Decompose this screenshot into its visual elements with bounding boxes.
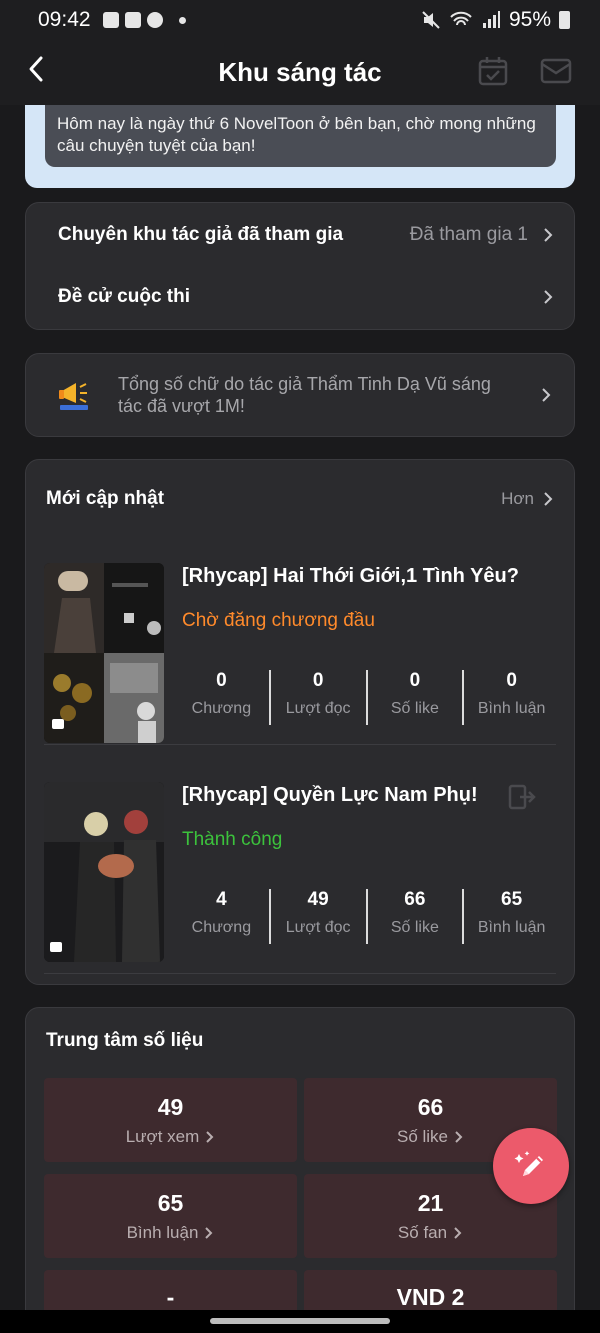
system-nav-bar [0,1310,600,1333]
exit-icon[interactable] [508,784,536,810]
shopping-bag-icon [102,12,119,28]
book-cover-image [44,782,164,962]
mail-icon[interactable] [540,56,572,86]
metric-value: 66 [417,1094,444,1120]
status-bar: 09:42 95% [0,0,600,40]
more-link[interactable]: Hơn [501,489,554,509]
book-cover-image [44,563,164,743]
chevron-right-icon [542,388,551,402]
book-stats: 4 Chương 49 Lượt đọc 66 Số like 65 Bình luận [174,889,559,944]
book-stats: 0 Chương 0 Lượt đọc 0 Số like 0 Bình luận [174,670,559,725]
chevron-right-icon [205,1227,213,1239]
metric-label: Bình luận [126,1223,199,1242]
book-title: [Rhycap] Hai Thới Giới,1 Tình Yêu? [182,565,519,587]
stat-reads: 0 Lượt đọc [268,670,366,725]
stat-value: 65 [501,889,523,910]
contest-row[interactable]: Đề cử cuộc thi [26,267,576,327]
stat-value: 0 [216,670,227,691]
stat-label: Số like [390,700,439,717]
metric-label-row: Số fan [304,1223,557,1243]
stat-label: Lượt đọc [285,700,351,717]
chevron-right-icon [544,492,553,506]
chevron-right-icon [455,1131,463,1143]
megaphone-icon [59,383,88,410]
metric-value: - [166,1284,175,1310]
stat-likes: 0 Số like [365,670,463,725]
metric-label: Số like [396,1127,449,1146]
stat-comments: 65 Bình luận [462,889,559,944]
chevron-right-icon [544,228,553,242]
stat-likes: 66 Số like [365,889,463,944]
metric-label-row: Bình luận [44,1223,297,1243]
stat-label: Chương [191,700,252,717]
contest-label: Đề cử cuộc thi [58,286,191,307]
stat-value: 0 [312,670,324,691]
messenger-icon [146,12,163,28]
battery-icon [559,11,570,29]
battery-percent: 95% [508,8,551,31]
signal-icon [482,11,500,28]
back-arrow-icon[interactable] [22,54,52,84]
book-status: Thành công [182,829,283,850]
stat-label: Số like [390,919,439,936]
recent-updates-card: Mới cập nhật Hơn [Rhycap] Hai Thới Giới,… [25,459,575,985]
book-status: Chờ đăng chương đầu [182,610,375,631]
more-notifications-icon [178,16,186,24]
metric-label: Số fan [397,1223,448,1242]
write-fab-button[interactable] [493,1128,569,1204]
stat-label: Bình luận [477,700,546,717]
mute-icon [422,11,440,29]
joined-zone-label: Chuyên khu tác giả đã tham gia [58,224,344,245]
metric-value: 65 [157,1190,184,1216]
data-center-title: Trung tâm số liệu [46,1030,204,1051]
welcome-message: Hôm nay là ngày thứ 6 NovelToon ở bên bạ… [45,105,556,167]
page: 09:42 95% Khu sáng tác Hôm nay là ngày t… [0,0,600,1333]
welcome-banner: Hôm nay là ngày thứ 6 NovelToon ở bên bạ… [25,105,575,188]
book-cover[interactable] [44,563,164,743]
stat-value: 49 [307,889,329,910]
metric-label-row: Lượt xem [44,1127,297,1147]
metric-views[interactable]: 49 Lượt xem [44,1078,297,1162]
notification-icons [102,12,186,28]
stat-chapters: 4 Chương [174,889,269,944]
stat-value: 0 [506,670,517,691]
book-item[interactable]: [Rhycap] Quyền Lực Nam Phụ! Thành công 4… [44,774,556,974]
achievement-notice[interactable]: Tổng số chữ do tác giả Thẩm Tinh Dạ Vũ s… [25,353,575,437]
joined-zone-row[interactable]: Chuyên khu tác giả đã tham gia Đã tham g… [26,205,576,265]
calendar-check-icon[interactable] [478,56,508,86]
author-menu-card: Chuyên khu tác giả đã tham gia Đã tham g… [25,202,575,330]
youtube-icon [124,12,141,28]
status-time: 09:42 [38,8,91,31]
home-gesture-handle[interactable] [210,1318,390,1324]
metric-comments[interactable]: 65 Bình luận [44,1174,297,1258]
book-cover[interactable] [44,782,164,962]
metric-value: VND 2 [396,1284,465,1310]
stat-label: Lượt đọc [285,919,351,936]
chevron-right-icon [544,290,553,304]
header: Khu sáng tác [0,40,600,105]
book-title: [Rhycap] Quyền Lực Nam Phụ! [182,784,478,806]
metric-value: 49 [157,1094,184,1120]
stat-label: Bình luận [477,919,546,936]
stat-value: 66 [404,889,426,910]
book-item[interactable]: [Rhycap] Hai Thới Giới,1 Tình Yêu? Chờ đ… [44,555,556,745]
stat-label: Chương [191,919,252,936]
system-icons: 95% [421,8,570,32]
metric-label: Lượt xem [125,1127,200,1146]
stat-chapters: 0 Chương [174,670,269,725]
more-label: Hơn [501,489,534,508]
stat-value: 0 [409,670,421,691]
wifi-icon [450,11,472,26]
joined-zone-value: Đã tham gia 1 [409,224,528,245]
recent-updates-title: Mới cập nhật [46,488,165,509]
stat-comments: 0 Bình luận [462,670,559,725]
stat-reads: 49 Lượt đọc [268,889,366,944]
chevron-right-icon [206,1131,214,1143]
stat-value: 4 [216,889,227,910]
notice-text: Tổng số chữ do tác giả Thẩm Tinh Dạ Vũ s… [118,374,491,416]
chevron-right-icon [454,1227,462,1239]
pencil-sparkle-icon [514,1151,543,1176]
page-title: Khu sáng tác [218,57,382,87]
